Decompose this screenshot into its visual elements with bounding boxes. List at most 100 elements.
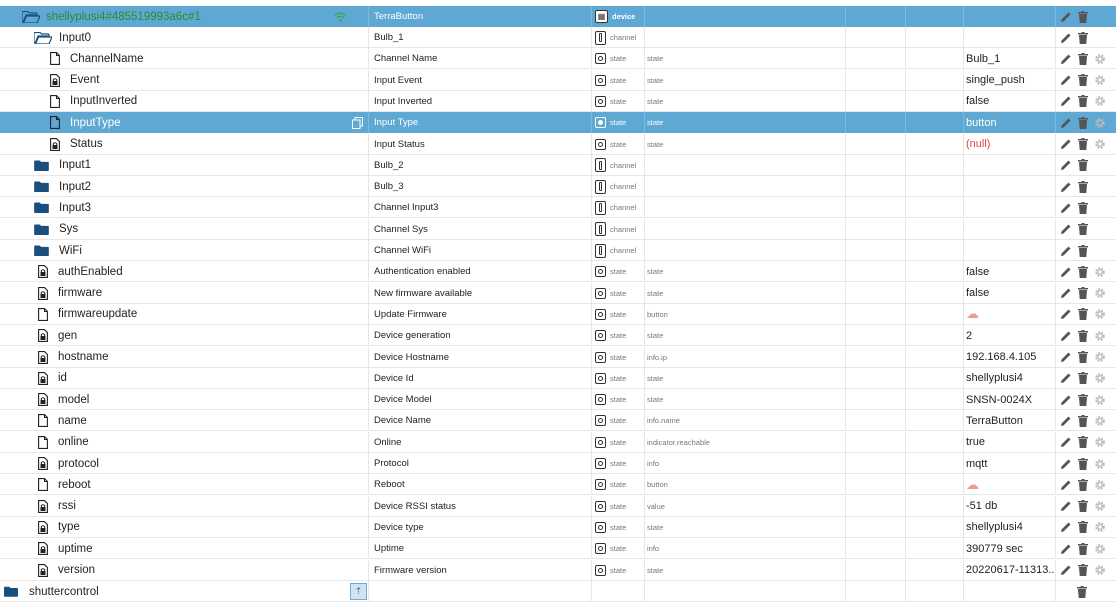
- edit-icon[interactable]: [1060, 436, 1072, 448]
- row-value-cell[interactable]: true: [963, 431, 1055, 453]
- edit-icon[interactable]: [1060, 32, 1072, 44]
- delete-icon[interactable]: [1077, 117, 1089, 129]
- state-row[interactable]: firmwareupdate Update Firmware state but…: [0, 303, 1116, 325]
- edit-icon[interactable]: [1060, 308, 1072, 320]
- edit-icon[interactable]: [1060, 53, 1072, 65]
- delete-icon[interactable]: [1077, 159, 1089, 171]
- state-row[interactable]: uptime Uptime state info 390779 sec: [0, 538, 1116, 560]
- edit-icon[interactable]: [1060, 159, 1072, 171]
- delete-icon[interactable]: [1077, 53, 1089, 65]
- delete-icon[interactable]: [1077, 245, 1089, 257]
- state-row[interactable]: name Device Name state info.name TerraBu…: [0, 410, 1116, 432]
- row-value-cell[interactable]: single_push: [963, 69, 1055, 91]
- folder-open-icon[interactable]: [34, 32, 52, 44]
- state-row[interactable]: firmware New firmware available state st…: [0, 282, 1116, 304]
- row-value-cell[interactable]: 390779 sec: [963, 538, 1055, 560]
- folder-open-icon[interactable]: [22, 11, 40, 23]
- row-value-cell[interactable]: Bulb_1: [963, 48, 1055, 70]
- state-row[interactable]: InputInverted Input Inverted state state…: [0, 90, 1116, 112]
- edit-icon[interactable]: [1060, 479, 1072, 491]
- state-row[interactable]: hostname Device Hostname state info.ip 1…: [0, 346, 1116, 368]
- row-value-cell[interactable]: false: [963, 282, 1055, 304]
- settings-icon[interactable]: [1094, 372, 1106, 384]
- edit-icon[interactable]: [1060, 245, 1072, 257]
- settings-icon[interactable]: [1094, 500, 1106, 512]
- settings-icon[interactable]: [1094, 458, 1106, 470]
- delete-icon[interactable]: [1077, 564, 1089, 576]
- edit-icon[interactable]: [1060, 223, 1072, 235]
- row-value-cell[interactable]: SNSN-0024X: [963, 389, 1055, 411]
- edit-icon[interactable]: [1060, 458, 1072, 470]
- delete-icon[interactable]: [1077, 95, 1089, 107]
- delete-icon[interactable]: [1076, 586, 1088, 598]
- settings-icon[interactable]: [1094, 351, 1106, 363]
- delete-icon[interactable]: [1077, 308, 1089, 320]
- folder-icon[interactable]: [34, 202, 49, 213]
- channel-row[interactable]: Sys Channel Sys channel: [0, 218, 1116, 240]
- folder-row-shuttercontrol[interactable]: shuttercontrol: [0, 581, 1116, 602]
- state-row[interactable]: Event Input Event state state single_pus…: [0, 69, 1116, 91]
- folder-icon[interactable]: [34, 181, 49, 192]
- settings-icon[interactable]: [1094, 415, 1106, 427]
- settings-icon[interactable]: [1094, 394, 1106, 406]
- settings-icon[interactable]: [1094, 436, 1106, 448]
- row-value-cell[interactable]: 192.168.4.105: [963, 346, 1055, 368]
- channel-row[interactable]: Input0 Bulb_1 channel: [0, 27, 1116, 48]
- row-value-cell[interactable]: [963, 154, 1055, 176]
- row-value-cell[interactable]: ☁: [963, 303, 1055, 325]
- state-row[interactable]: InputType Input Type state state button: [0, 112, 1116, 134]
- edit-icon[interactable]: [1060, 202, 1072, 214]
- settings-icon[interactable]: [1094, 330, 1106, 342]
- edit-icon[interactable]: [1060, 330, 1072, 342]
- edit-icon[interactable]: [1060, 500, 1072, 512]
- settings-icon[interactable]: [1094, 74, 1106, 86]
- settings-icon[interactable]: [1094, 266, 1106, 278]
- settings-icon[interactable]: [1094, 564, 1106, 576]
- row-value-cell[interactable]: [963, 240, 1055, 261]
- delete-icon[interactable]: [1077, 330, 1089, 342]
- row-value-cell[interactable]: [963, 218, 1055, 240]
- folder-icon[interactable]: [34, 160, 49, 171]
- row-value-cell[interactable]: [963, 176, 1055, 198]
- edit-icon[interactable]: [1060, 521, 1072, 533]
- row-value-cell[interactable]: mqtt: [963, 453, 1055, 474]
- upload-icon[interactable]: ☁: [966, 306, 979, 322]
- delete-icon[interactable]: [1077, 351, 1089, 363]
- edit-icon[interactable]: [1060, 415, 1072, 427]
- settings-icon[interactable]: [1094, 117, 1106, 129]
- settings-icon[interactable]: [1094, 53, 1106, 65]
- delete-icon[interactable]: [1077, 181, 1089, 193]
- row-value-cell[interactable]: ☁: [963, 474, 1055, 496]
- edit-icon[interactable]: [1060, 95, 1072, 107]
- row-value-cell[interactable]: false: [963, 90, 1055, 112]
- folder-icon[interactable]: [34, 224, 49, 235]
- delete-icon[interactable]: [1077, 74, 1089, 86]
- edit-icon[interactable]: [1060, 181, 1072, 193]
- state-row[interactable]: model Device Model state state SNSN-0024…: [0, 389, 1116, 411]
- delete-icon[interactable]: [1077, 32, 1089, 44]
- channel-row[interactable]: Input1 Bulb_2 channel: [0, 154, 1116, 176]
- row-value-cell[interactable]: (null): [963, 133, 1055, 155]
- folder-icon[interactable]: [34, 245, 49, 256]
- delete-icon[interactable]: [1077, 458, 1089, 470]
- settings-icon[interactable]: [1094, 521, 1106, 533]
- edit-icon[interactable]: [1060, 287, 1072, 299]
- state-row[interactable]: type Device type state state shellyplusi…: [0, 516, 1116, 538]
- edit-icon[interactable]: [1060, 266, 1072, 278]
- state-row[interactable]: reboot Reboot state button ☁: [0, 474, 1116, 496]
- delete-icon[interactable]: [1077, 479, 1089, 491]
- edit-icon[interactable]: [1060, 11, 1072, 23]
- channel-row[interactable]: WiFi Channel WiFi channel: [0, 240, 1116, 261]
- delete-icon[interactable]: [1077, 372, 1089, 384]
- edit-icon[interactable]: [1060, 543, 1072, 555]
- settings-icon[interactable]: [1094, 308, 1106, 320]
- channel-row[interactable]: Input3 Channel Input3 channel: [0, 197, 1116, 219]
- copy-icon[interactable]: [352, 116, 363, 129]
- row-value-cell[interactable]: 20220617-11313...: [963, 559, 1055, 581]
- state-row[interactable]: id Device Id state state shellyplusi4: [0, 367, 1116, 389]
- state-row[interactable]: Status Input Status state state (null): [0, 133, 1116, 155]
- delete-icon[interactable]: [1077, 415, 1089, 427]
- edit-icon[interactable]: [1060, 351, 1072, 363]
- folder-icon[interactable]: [4, 586, 18, 597]
- row-value-cell[interactable]: shellyplusi4: [963, 516, 1055, 538]
